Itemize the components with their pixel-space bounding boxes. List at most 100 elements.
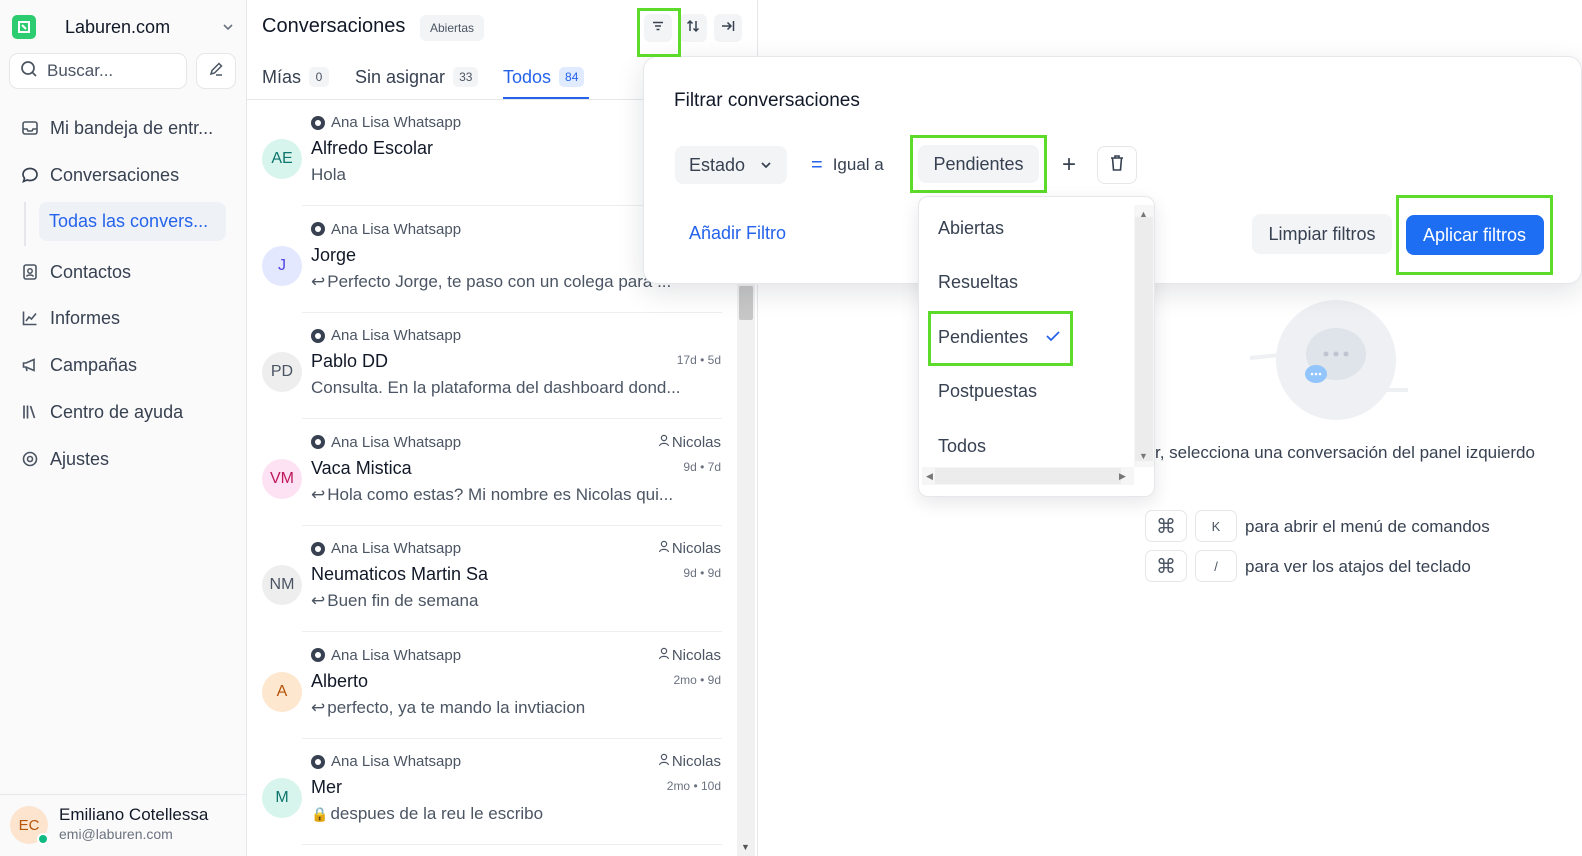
list-scrollbar-thumb[interactable]	[739, 286, 753, 320]
sidebar-item-settings[interactable]: Ajustes	[10, 440, 236, 478]
tab-count: 33	[453, 67, 479, 87]
message-text: perfecto, ya te mando la invtiacion	[327, 697, 586, 717]
conversation-timestamp: 2mo • 10d	[666, 779, 721, 793]
contact-name: Alberto	[311, 670, 369, 691]
sidebar-item-reports[interactable]: Informes	[10, 299, 236, 337]
user-profile[interactable]: EC Emiliano Cotellessa emi@laburen.com	[0, 794, 247, 856]
dropdown-option-postpuestas[interactable]: Postpuestas	[938, 381, 1037, 402]
reply-arrow-icon: ↩	[311, 697, 326, 717]
last-message-preview: ↩ Buen fin de semana	[311, 591, 721, 611]
assigned-agent: Nicolas	[658, 540, 721, 557]
channel-source-label: Ana Lisa Whatsapp	[331, 220, 462, 238]
scroll-down-arrow-icon[interactable]: ▼	[741, 842, 751, 852]
filter-value-dropdown: Abiertas Resueltas Pendientes Postpuesta…	[918, 196, 1155, 497]
tab-count: 84	[559, 67, 585, 87]
contact-name: Jorge	[311, 244, 357, 265]
compose-button[interactable]	[196, 53, 236, 89]
checkmark-icon	[1045, 328, 1061, 348]
search-button[interactable]: Buscar...	[9, 53, 187, 89]
message-text: Buen fin de semana	[327, 591, 479, 610]
dropdown-option-abiertas[interactable]: Abiertas	[938, 218, 1004, 239]
conversation-row[interactable]: A Ana Lisa Whatsapp Nicolas Alberto 2mo • 9d…	[247, 633, 737, 739]
collapse-panel-button[interactable]	[714, 14, 742, 42]
clear-filters-button[interactable]: Limpiar filtros	[1252, 214, 1392, 254]
avatar: AE	[262, 139, 302, 179]
inbox-icon	[19, 117, 41, 139]
user-icon	[658, 540, 672, 557]
contact-card-icon	[19, 261, 41, 283]
command-key-icon: ⌘	[1145, 550, 1187, 582]
conversation-row[interactable]: VM Ana Lisa Whatsapp Nicolas Vaca Mistica 9d…	[247, 420, 737, 526]
filter-operator-select[interactable]: = Igual a	[811, 146, 884, 184]
avatar: M	[262, 778, 302, 818]
scroll-right-arrow-icon[interactable]: ▶	[1119, 471, 1126, 482]
tab-unassigned[interactable]: Sin asignar 33	[355, 64, 479, 90]
whatsapp-icon	[311, 115, 325, 130]
tab-label: Mías	[262, 66, 302, 87]
user-icon	[658, 647, 672, 664]
conversation-timestamp: 2mo • 9d	[673, 672, 721, 687]
whatsapp-icon	[311, 541, 325, 556]
filter-field-select[interactable]: Estado	[675, 146, 787, 184]
conversation-row[interactable]: NM Ana Lisa Whatsapp Nicolas Neumaticos Mar…	[247, 526, 737, 632]
channel-source-label: Ana Lisa Whatsapp	[331, 753, 462, 770]
user-icon	[658, 753, 672, 770]
add-filter-link[interactable]: Añadir Filtro	[689, 223, 786, 244]
avatar: J	[262, 245, 302, 286]
apply-filters-button[interactable]: Aplicar filtros	[1405, 215, 1544, 255]
dropdown-hscrollbar-thumb[interactable]	[935, 468, 1121, 484]
channel-source: Ana Lisa Whatsapp	[311, 221, 461, 238]
message-text: despues de la reu le escribo	[330, 804, 544, 823]
avatar: PD	[262, 352, 302, 392]
sidebar-item-help-center[interactable]: Centro de ayuda	[10, 393, 236, 431]
assigned-agent: Nicolas	[658, 434, 721, 451]
tab-mine[interactable]: Mías 0	[262, 64, 330, 90]
scroll-left-arrow-icon[interactable]: ◀	[926, 471, 933, 482]
sidebar-item-campaigns[interactable]: Campañas	[10, 346, 236, 384]
chat-bubble-icon	[19, 164, 41, 186]
dropdown-option-pendientes[interactable]: Pendientes	[938, 327, 1028, 348]
apply-filters-highlight: Aplicar filtros	[1396, 195, 1553, 275]
sidebar-item-label: Contactos	[50, 261, 132, 282]
sidebar-item-contacts[interactable]: Contactos	[10, 253, 236, 291]
filter-field-value: Estado	[689, 154, 746, 175]
sidebar-item-label: Mi bandeja de entr...	[50, 117, 214, 138]
online-status-indicator	[37, 833, 49, 845]
last-message-preview: 🔒 despues de la reu le escribo	[311, 804, 721, 824]
reply-arrow-icon: ↩	[311, 271, 326, 291]
shortcut-key: /	[1195, 550, 1237, 582]
channel-source: Ana Lisa Whatsapp	[311, 327, 461, 344]
conversation-row[interactable]: PD Ana Lisa Whatsapp Pablo DD 17d • 5d Consu…	[247, 313, 737, 419]
shortcut-description: para ver los atajos del teclado	[1245, 557, 1471, 576]
workspace-switcher[interactable]: Laburen.com	[12, 12, 238, 42]
add-condition-button[interactable]: +	[1050, 146, 1088, 184]
reply-arrow-icon: ↩	[311, 591, 326, 610]
delete-filter-button[interactable]	[1097, 146, 1137, 184]
dropdown-option-todos[interactable]: Todos	[938, 436, 986, 457]
chevron-down-icon	[759, 158, 773, 172]
sidebar-item-inbox[interactable]: Mi bandeja de entr...	[10, 109, 236, 147]
assigned-agent-name: Nicolas	[671, 646, 721, 664]
conversation-timestamp: 17d • 5d	[676, 353, 721, 367]
avatar: NM	[262, 565, 302, 605]
empty-chat-illustration-icon	[1250, 300, 1408, 420]
sort-button[interactable]	[679, 14, 707, 42]
assigned-agent: Nicolas	[658, 647, 721, 664]
whatsapp-icon	[311, 328, 325, 343]
filter-value-highlight: Pendientes	[910, 135, 1047, 193]
sidebar-subitem-all-conversations[interactable]: Todas las convers...	[39, 202, 226, 241]
conversation-row[interactable]: M Ana Lisa Whatsapp Nicolas Mer 2mo • 10d 🔒 de…	[247, 739, 737, 845]
scroll-up-arrow-icon[interactable]: ▲	[1139, 209, 1148, 219]
sidebar-item-conversations[interactable]: Conversaciones	[10, 156, 236, 194]
tab-all[interactable]: Todos 84	[503, 64, 585, 90]
dropdown-scrollbar-thumb[interactable]	[1135, 217, 1153, 461]
shortcut-key: K	[1195, 510, 1237, 542]
megaphone-icon	[19, 354, 41, 376]
scroll-down-arrow-icon[interactable]: ▼	[1139, 451, 1148, 461]
avatar: A	[262, 671, 302, 712]
dropdown-option-resueltas[interactable]: Resueltas	[938, 272, 1018, 293]
tab-label: Sin asignar	[355, 66, 446, 87]
contact-name: Vaca Mistica	[311, 457, 412, 478]
filter-value-select[interactable]: Pendientes	[918, 145, 1039, 183]
message-text: Consulta. En la plataforma del dashboard…	[311, 378, 681, 397]
